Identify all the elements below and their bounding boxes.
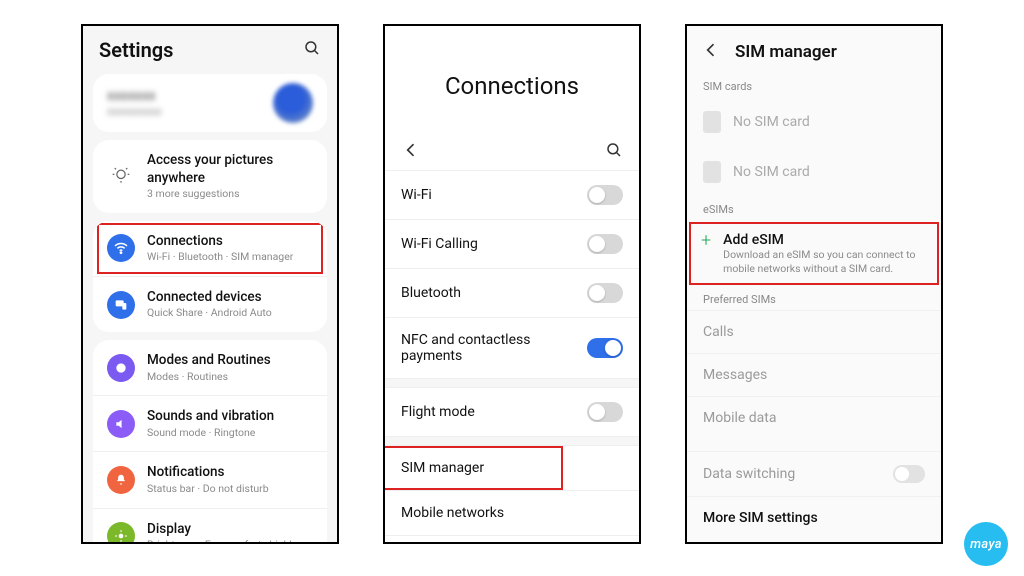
mobile-networks-row[interactable]: Mobile networks <box>385 490 639 535</box>
row-sub: Quick Share · Android Auto <box>147 306 272 320</box>
row-sub: Wi-Fi · Bluetooth · SIM manager <box>147 250 293 264</box>
sim-icon <box>703 111 721 133</box>
row-label: More SIM settings <box>703 510 818 526</box>
add-esim-title: Add eSIM <box>723 232 927 248</box>
row-label: Bluetooth <box>401 285 461 301</box>
sim-icon <box>703 161 721 183</box>
wifi-row[interactable]: Wi-Fi <box>385 170 639 219</box>
flight-toggle[interactable] <box>587 402 623 422</box>
nfc-row[interactable]: NFC and contactless payments <box>385 317 639 378</box>
row-sub: Status bar · Do not disturb <box>147 482 269 496</box>
row-title: Connections <box>147 233 293 251</box>
row-label: Mobile data <box>703 410 776 426</box>
row-label: Calls <box>703 324 734 340</box>
profile-sub: xxxxxxxxxx <box>107 105 162 118</box>
wificalling-toggle[interactable] <box>587 234 623 254</box>
display-row[interactable]: Display Brightness · Eye comfort shield … <box>93 509 327 544</box>
avatar[interactable] <box>273 83 313 123</box>
section-preferred: Preferred SIMs <box>687 287 941 310</box>
more-settings-row[interactable]: More SIM settings <box>687 496 941 539</box>
sim-manager-row[interactable]: SIM manager <box>385 446 639 490</box>
sim-label: No SIM card <box>733 164 810 180</box>
profile-card[interactable]: xxxxxxx xxxxxxxxxx <box>93 74 327 132</box>
mobile-data-row[interactable]: Mobile data <box>687 396 941 439</box>
back-icon[interactable] <box>701 40 721 64</box>
settings-screen: Settings xxxxxxx xxxxxxxxxx Access your … <box>81 24 339 544</box>
messages-row[interactable]: Messages <box>687 353 941 396</box>
back-icon[interactable] <box>401 140 421 164</box>
data-usage-row[interactable]: Data usage <box>385 535 639 544</box>
suggestions-card[interactable]: Access your pictures anywhere 3 more sug… <box>93 140 327 213</box>
wifi-toggle[interactable] <box>587 185 623 205</box>
bluetooth-toggle[interactable] <box>587 283 623 303</box>
divider <box>385 378 639 388</box>
page-title: Connections <box>385 26 639 140</box>
divider <box>385 436 639 446</box>
flight-mode-row[interactable]: Flight mode <box>385 388 639 436</box>
sim-manager-screen: SIM manager SIM cards No SIM card No SIM… <box>685 24 943 544</box>
row-label: Wi-Fi <box>401 187 432 203</box>
connected-devices-row[interactable]: Connected devices Quick Share · Android … <box>93 277 327 332</box>
section-simcards: SIM cards <box>687 74 941 97</box>
row-label: Data switching <box>703 466 795 482</box>
settings-header: Settings <box>83 26 337 70</box>
row-label: Flight mode <box>401 404 475 420</box>
sim-slot-1[interactable]: No SIM card <box>687 97 941 147</box>
row-label: Messages <box>703 367 767 383</box>
row-title: Notifications <box>147 464 269 482</box>
row-title: Display <box>147 521 313 539</box>
suggestion-title: Access your pictures anywhere <box>147 152 313 187</box>
nfc-toggle[interactable] <box>587 338 623 358</box>
bluetooth-row[interactable]: Bluetooth <box>385 268 639 317</box>
page-title: Settings <box>99 38 173 62</box>
data-switching-toggle[interactable] <box>893 465 925 483</box>
row-title: Connected devices <box>147 289 272 307</box>
suggestion-sub: 3 more suggestions <box>147 187 313 201</box>
row-sub: Brightness · Eye comfort shield · Naviga… <box>147 538 313 544</box>
add-esim-row[interactable]: + Add eSIM Download an eSIM so you can c… <box>687 220 941 287</box>
lightbulb-icon <box>107 162 135 190</box>
connections-nav <box>385 140 639 170</box>
connections-screen: Connections Wi-Fi Wi-Fi Calling Bluetoot… <box>383 24 641 544</box>
row-label: Wi-Fi Calling <box>401 236 478 252</box>
sim-label: No SIM card <box>733 114 810 130</box>
row-sub: Sound mode · Ringtone <box>147 426 274 440</box>
modes-icon <box>107 354 135 382</box>
profile-name: xxxxxxx <box>107 88 162 105</box>
bell-icon <box>107 466 135 494</box>
search-icon[interactable] <box>605 141 623 163</box>
wifi-calling-row[interactable]: Wi-Fi Calling <box>385 219 639 268</box>
maya-logo: maya <box>964 522 1008 566</box>
row-label: SIM manager <box>401 460 484 476</box>
sound-icon <box>107 410 135 438</box>
wifi-icon <box>107 234 135 262</box>
plus-icon: + <box>701 232 711 250</box>
logo-text: maya <box>970 537 1002 552</box>
sim-slot-2[interactable]: No SIM card <box>687 147 941 197</box>
section-esims: eSIMs <box>687 197 941 220</box>
add-esim-sub: Download an eSIM so you can connect to m… <box>723 248 927 275</box>
sim-header: SIM manager <box>687 26 941 74</box>
settings-group-2: Modes and Routines Modes · Routines Soun… <box>93 340 327 544</box>
row-title: Sounds and vibration <box>147 408 274 426</box>
calls-row[interactable]: Calls <box>687 310 941 353</box>
devices-icon <box>107 291 135 319</box>
settings-group-1: Connections Wi-Fi · Bluetooth · SIM mana… <box>93 221 327 332</box>
search-icon[interactable] <box>303 39 321 61</box>
row-sub: Modes · Routines <box>147 370 271 384</box>
display-icon <box>107 522 135 544</box>
data-switching-row[interactable]: Data switching <box>687 451 941 496</box>
row-label: Mobile networks <box>401 505 504 521</box>
modes-row[interactable]: Modes and Routines Modes · Routines <box>93 340 327 396</box>
connections-row[interactable]: Connections Wi-Fi · Bluetooth · SIM mana… <box>93 221 327 277</box>
connections-list: Wi-Fi Wi-Fi Calling Bluetooth NFC and co… <box>385 170 639 544</box>
row-title: Modes and Routines <box>147 352 271 370</box>
notifications-row[interactable]: Notifications Status bar · Do not distur… <box>93 452 327 508</box>
page-title: SIM manager <box>735 42 837 62</box>
row-label: NFC and contactless payments <box>401 332 587 364</box>
sounds-row[interactable]: Sounds and vibration Sound mode · Ringto… <box>93 396 327 452</box>
